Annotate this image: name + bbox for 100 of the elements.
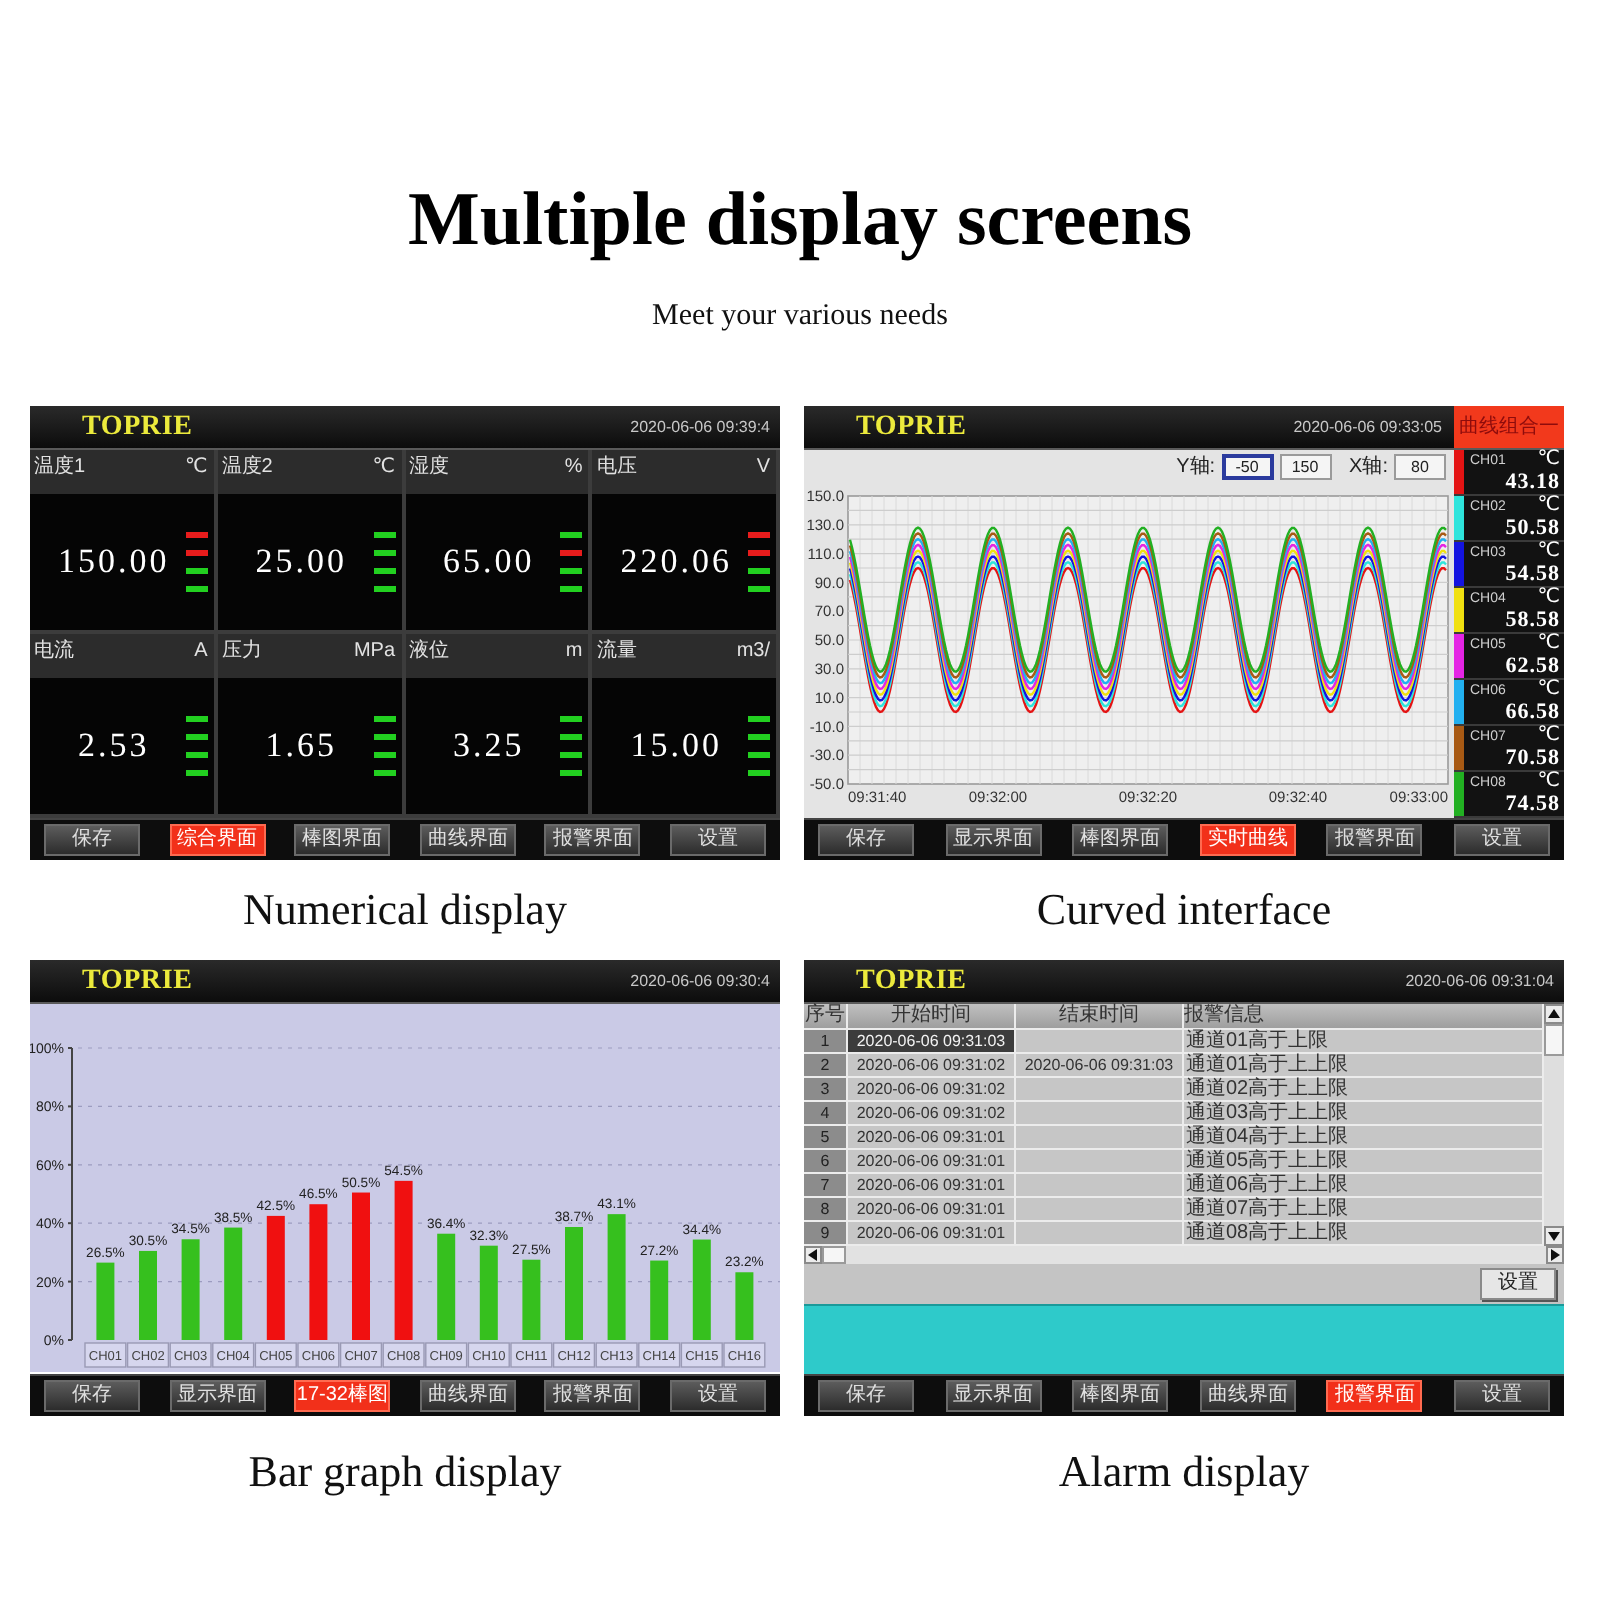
row-number: 6 (804, 1150, 848, 1174)
bar (565, 1227, 583, 1340)
table-cell: 通道03高于上上限 (1184, 1102, 1544, 1126)
timestamp: 2020-06-06 09:31:04 (1405, 971, 1554, 991)
unit-label: ℃ (1537, 680, 1560, 700)
unit-label: m3/ (736, 640, 770, 664)
reading-value: 1.65 (263, 726, 339, 766)
scrollbar-track[interactable] (804, 1246, 1564, 1264)
axis-field-label: Y轴: (1176, 455, 1216, 479)
nav-button[interactable]: 保存 (818, 1380, 914, 1412)
label-cell (510, 1342, 553, 1368)
bar (735, 1272, 754, 1340)
nav-button[interactable]: 报警界面 (1326, 1380, 1423, 1412)
label-cell (425, 1342, 468, 1368)
table-cell: 通道01高于上上限 (1184, 1054, 1544, 1078)
scrollbar-thumb[interactable] (822, 1246, 846, 1264)
table-cell[interactable]: 2020-06-06 09:31:01 (848, 1174, 1016, 1198)
axis-input-field[interactable]: 80 (1394, 454, 1446, 480)
settings-button[interactable]: 设置 (1480, 1268, 1556, 1300)
nav-button[interactable]: 显示界面 (945, 824, 1042, 856)
column-header: 报警信息 (1184, 1004, 1544, 1030)
label-cell (339, 1342, 383, 1368)
table-cell[interactable]: 2020-06-06 09:31:01 (848, 1222, 1016, 1246)
nav-button[interactable]: 报警界面 (544, 1380, 641, 1412)
nav-button[interactable]: 显示界面 (169, 1380, 266, 1412)
down-arrow-icon[interactable] (1544, 1226, 1564, 1246)
row-number: 9 (804, 1222, 848, 1246)
bar (309, 1204, 328, 1340)
right-arrow-icon[interactable] (1546, 1246, 1564, 1264)
tile-label: 液位 (409, 640, 449, 664)
screen-caption: Bar graph display (248, 1446, 562, 1498)
label-cell (552, 1342, 596, 1368)
nav-button[interactable]: 棒图界面 (1072, 1380, 1169, 1412)
tile-label: 温度1 (34, 456, 86, 480)
axis-input-field[interactable]: 150 (1279, 454, 1332, 480)
bar (96, 1262, 115, 1340)
label-cell (254, 1342, 297, 1368)
row-number: 1 (804, 1030, 848, 1054)
bar (139, 1250, 157, 1340)
reading-value: 15.00 (628, 726, 724, 766)
screen-caption: Alarm display (1058, 1446, 1310, 1498)
table-cell: 通道06高于上上限 (1184, 1174, 1544, 1198)
reading-value: 2.53 (76, 726, 152, 766)
page-subtitle: Meet your various needs (650, 298, 950, 334)
nav-button[interactable]: 设置 (669, 824, 766, 856)
page-title: Multiple display screens (406, 176, 1194, 264)
row-number: 2 (804, 1054, 848, 1078)
label-cell (169, 1342, 212, 1368)
nav-button[interactable]: 综合界面 (169, 824, 266, 856)
nav-button[interactable]: 设置 (669, 1380, 766, 1412)
bar (650, 1260, 669, 1340)
axis-field-label: X轴: (1349, 455, 1388, 479)
channel-value: 74.58 (1503, 792, 1560, 816)
nav-button[interactable]: 棒图界面 (1072, 824, 1169, 856)
table-cell[interactable]: 2020-06-06 09:31:03 (848, 1030, 1016, 1054)
nav-button[interactable]: 曲线界面 (1199, 1380, 1296, 1412)
unit-label: V (756, 456, 770, 480)
unit-label: ℃ (1537, 496, 1560, 516)
nav-button[interactable]: 曲线界面 (419, 824, 516, 856)
brand-name: TOPRIE (856, 965, 967, 997)
reading-value: 150.00 (56, 542, 172, 582)
nav-button[interactable]: 设置 (1453, 824, 1550, 856)
label-cell (680, 1342, 723, 1368)
unit-label: ℃ (1537, 588, 1560, 608)
nav-button[interactable]: 设置 (1453, 1380, 1550, 1412)
channel-value: 66.58 (1503, 700, 1560, 724)
table-cell[interactable]: 2020-06-06 09:31:01 (848, 1150, 1016, 1174)
axis-input-field[interactable]: -50 (1221, 454, 1274, 480)
label-cell (297, 1342, 340, 1368)
nav-button[interactable]: 报警界面 (544, 824, 641, 856)
timestamp: 2020-06-06 09:39:4 (630, 417, 770, 437)
nav-button[interactable]: 显示界面 (945, 1380, 1042, 1412)
table-cell[interactable]: 2020-06-06 09:31:02 (848, 1102, 1016, 1126)
unit-label: ℃ (1537, 542, 1560, 562)
nav-button[interactable]: 保存 (44, 824, 140, 856)
nav-button[interactable]: 保存 (818, 824, 914, 856)
brand-name: TOPRIE (856, 411, 967, 443)
table-cell[interactable]: 2020-06-06 09:31:01 (848, 1198, 1016, 1222)
channel-value: 70.58 (1503, 746, 1560, 770)
nav-button[interactable]: 曲线界面 (419, 1380, 516, 1412)
nav-button[interactable]: 棒图界面 (294, 824, 391, 856)
label-cell (382, 1342, 425, 1368)
unit-label: % (564, 456, 583, 480)
nav-button[interactable]: 17-32棒图 (294, 1380, 391, 1412)
label-cell (595, 1342, 638, 1368)
unit-label: ℃ (1537, 450, 1560, 470)
scrollbar-thumb[interactable] (1544, 1024, 1564, 1056)
table-cell[interactable]: 2020-06-06 09:31:02 (848, 1054, 1016, 1078)
up-arrow-icon[interactable] (1544, 1004, 1564, 1024)
column-header: 序号 (804, 1004, 848, 1030)
label-cell (723, 1342, 766, 1368)
nav-button[interactable]: 保存 (44, 1380, 140, 1412)
reading-value: 220.06 (618, 542, 734, 582)
left-arrow-icon[interactable] (804, 1246, 822, 1264)
column-header: 结束时间 (1016, 1004, 1184, 1030)
table-cell[interactable]: 2020-06-06 09:31:01 (848, 1126, 1016, 1150)
nav-button[interactable]: 实时曲线 (1199, 824, 1296, 856)
table-cell[interactable]: 2020-06-06 09:31:02 (848, 1078, 1016, 1102)
nav-button[interactable]: 报警界面 (1326, 824, 1423, 856)
reading-value: 25.00 (253, 542, 349, 582)
